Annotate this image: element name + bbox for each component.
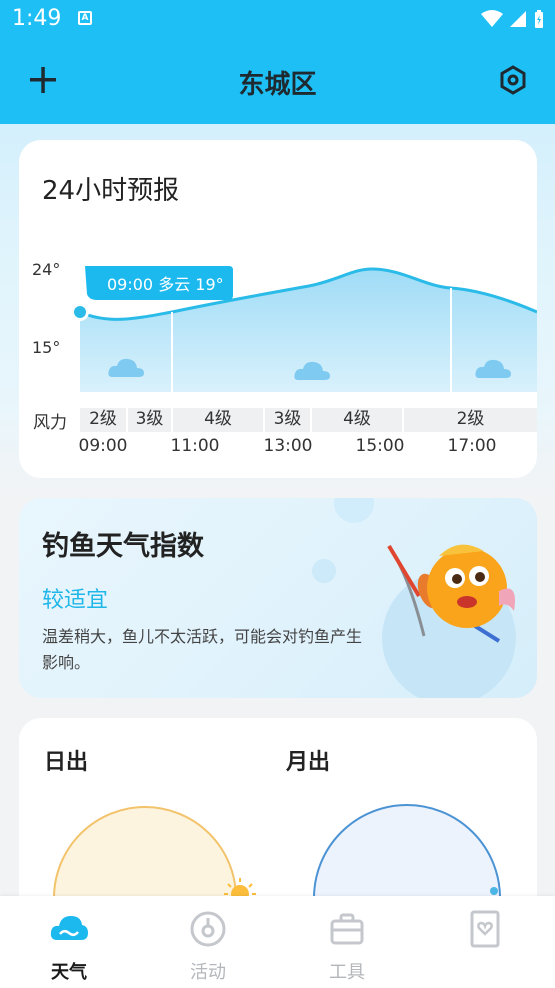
- status-bar: 1:49 A: [0, 0, 555, 40]
- moon-icon: [490, 887, 498, 895]
- battery-icon: [535, 10, 543, 28]
- temperature-chart: 09:00 多云 19°: [71, 266, 537, 392]
- time-tick: 15:00: [355, 436, 405, 456]
- tab-label: 工具: [329, 962, 365, 983]
- fishing-description: 温差稍大，鱼儿不太活跃，可能会对钓鱼产生影响。: [42, 627, 363, 672]
- status-time: 1:49: [12, 6, 62, 31]
- time-tick: 13:00: [263, 436, 313, 456]
- wind-level-cell: 4级: [173, 408, 263, 432]
- wind-level-cell: 2级: [80, 408, 126, 432]
- toolbox-icon: [330, 913, 364, 945]
- weather-icon: [50, 916, 88, 940]
- time-tick: 09:00: [78, 436, 128, 456]
- city-title: 东城区: [238, 70, 317, 100]
- tab-tools[interactable]: 工具: [307, 910, 387, 984]
- app-bar: 东城区: [0, 40, 555, 124]
- tab-label: 活动: [190, 962, 226, 983]
- fishing-index-card[interactable]: 钓鱼天气指数 较适宜 温差稍大，鱼儿不太活跃，可能会对钓鱼产生影响。: [19, 498, 537, 698]
- notification-icon: A: [78, 11, 92, 25]
- forecast-card: 24小时预报 24° 15° 09:00 多云 19° 风力 2级 3级 4级 …: [19, 140, 537, 478]
- wind-label: 风力: [33, 413, 67, 433]
- tooltip-text: 09:00 多云 19°: [107, 275, 224, 294]
- tab-label: 天气: [51, 962, 87, 983]
- tab-weather[interactable]: 天气: [29, 910, 109, 984]
- time-tick: 11:00: [170, 436, 220, 456]
- wind-level-cell: 2级: [404, 408, 537, 432]
- wifi-icon: [481, 10, 503, 27]
- tab-favorites[interactable]: [445, 910, 525, 958]
- status-icons: [481, 9, 545, 29]
- bottom-tab-bar: 天气 活动 工具: [0, 896, 555, 988]
- wind-level-cell: 3级: [128, 408, 171, 432]
- fish-mascot-icon: [387, 544, 515, 643]
- signal-icon: [510, 11, 526, 27]
- current-point: [74, 306, 86, 318]
- tab-activity[interactable]: 活动: [168, 910, 248, 984]
- fishing-level: 较适宜: [42, 588, 109, 613]
- compass-icon: [190, 911, 226, 947]
- fishing-title: 钓鱼天气指数: [42, 531, 204, 562]
- wind-level-cell: 3级: [265, 408, 310, 432]
- wind-level-cell: 4级: [312, 408, 402, 432]
- heart-card-icon: [470, 910, 500, 948]
- settings-button[interactable]: [497, 64, 529, 96]
- time-tick: 17:00: [447, 436, 497, 456]
